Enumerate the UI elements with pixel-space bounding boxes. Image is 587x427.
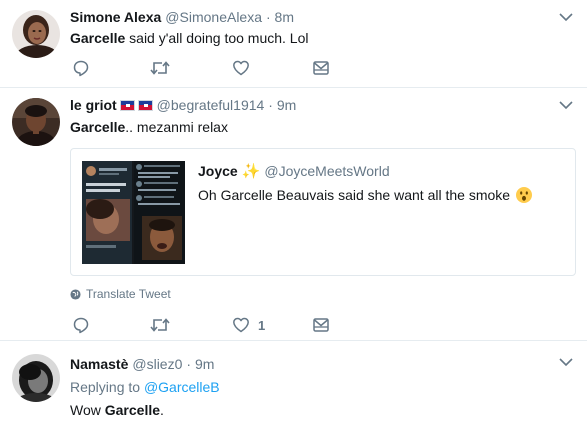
replying-to-label: Replying to <box>70 379 144 395</box>
hushed-face-icon <box>516 187 533 203</box>
tweet-text: Garcelle said y'all doing too much. Lol <box>70 30 309 46</box>
avatar[interactable] <box>12 98 60 146</box>
quoted-author-name[interactable]: Joyce <box>198 163 238 179</box>
envelope-icon <box>313 318 329 332</box>
chevron-down-icon[interactable] <box>559 100 573 110</box>
quoted-tweet[interactable]: Joyce ✨ @JoyceMeetsWorld Oh Garcelle Bea… <box>70 148 576 276</box>
avatar[interactable] <box>12 354 60 402</box>
author-name[interactable]: le griot <box>70 97 117 113</box>
direct-message-button[interactable] <box>312 58 330 78</box>
haiti-flag-icon <box>119 99 135 111</box>
tweet-le-griot[interactable]: le griot @begrateful1914 · 9m Garcelle..… <box>0 88 587 341</box>
author-handle[interactable]: @begrateful1914 <box>157 97 265 113</box>
replying-to: Replying to @GarcelleB <box>70 379 220 395</box>
avatar[interactable] <box>12 10 60 58</box>
mention-garcelle: Garcelle <box>104 402 161 418</box>
author-handle[interactable]: @SimoneAlexa <box>165 9 262 25</box>
haiti-flag-icon <box>137 99 153 111</box>
heart-icon <box>233 60 249 76</box>
author-name[interactable]: Namastè <box>70 356 128 372</box>
tweet-timestamp[interactable]: · 8m <box>266 9 294 25</box>
envelope-icon <box>313 61 329 75</box>
reply-button[interactable] <box>72 58 90 78</box>
globe-icon <box>70 288 81 300</box>
quoted-tweet-text: Oh Garcelle Beauvais said she want all t… <box>198 186 533 204</box>
tweet-text-post: . <box>160 402 164 418</box>
mention-garcelle: Garcelle <box>70 30 126 46</box>
quoted-text: Oh Garcelle Beauvais said she want all t… <box>198 187 511 203</box>
like-button[interactable]: 1 <box>232 315 265 335</box>
tweet-text: Wow Garcelle. <box>70 402 164 418</box>
mention-garcelle: Garcelle <box>70 119 126 135</box>
quoted-tweet-media[interactable] <box>82 161 185 264</box>
tweet-text-rest: said y'all doing too much. Lol <box>125 30 309 46</box>
retweet-button[interactable] <box>150 315 170 335</box>
reply-button[interactable] <box>72 315 90 335</box>
retweet-button[interactable] <box>150 58 170 78</box>
chevron-down-icon[interactable] <box>559 357 573 367</box>
retweet-icon <box>150 61 170 75</box>
retweet-icon <box>150 318 170 332</box>
tweet-text-pre: Wow <box>70 402 105 418</box>
author-name[interactable]: Simone Alexa <box>70 9 161 25</box>
quoted-author-handle[interactable]: @JoyceMeetsWorld <box>264 163 389 179</box>
tweet-timestamp[interactable]: · 9m <box>268 97 296 113</box>
tweet-timestamp[interactable]: · 9m <box>186 356 214 372</box>
like-count: 1 <box>258 317 266 333</box>
reply-icon <box>73 60 89 77</box>
sparkles-icon: ✨ <box>241 162 261 180</box>
tweet-simone[interactable]: Simone Alexa @SimoneAlexa · 8m Garcelle … <box>0 0 587 88</box>
replying-to-link[interactable]: @GarcelleB <box>144 379 220 395</box>
author-handle[interactable]: @sliez0 <box>132 356 182 372</box>
heart-icon <box>233 317 249 333</box>
tweet-text-rest: .. mezanmi relax <box>125 119 228 135</box>
direct-message-button[interactable] <box>312 315 330 335</box>
chevron-down-icon[interactable] <box>559 12 573 22</box>
reply-icon <box>73 317 89 334</box>
translate-label[interactable]: Translate Tweet <box>86 287 171 301</box>
like-button[interactable] <box>232 58 250 78</box>
tweet-namaste[interactable]: Namastè @sliez0 · 9m Replying to @Garcel… <box>0 341 587 427</box>
translate-tweet-link[interactable]: Translate Tweet <box>70 287 171 301</box>
tweet-text: Garcelle.. mezanmi relax <box>70 119 228 135</box>
